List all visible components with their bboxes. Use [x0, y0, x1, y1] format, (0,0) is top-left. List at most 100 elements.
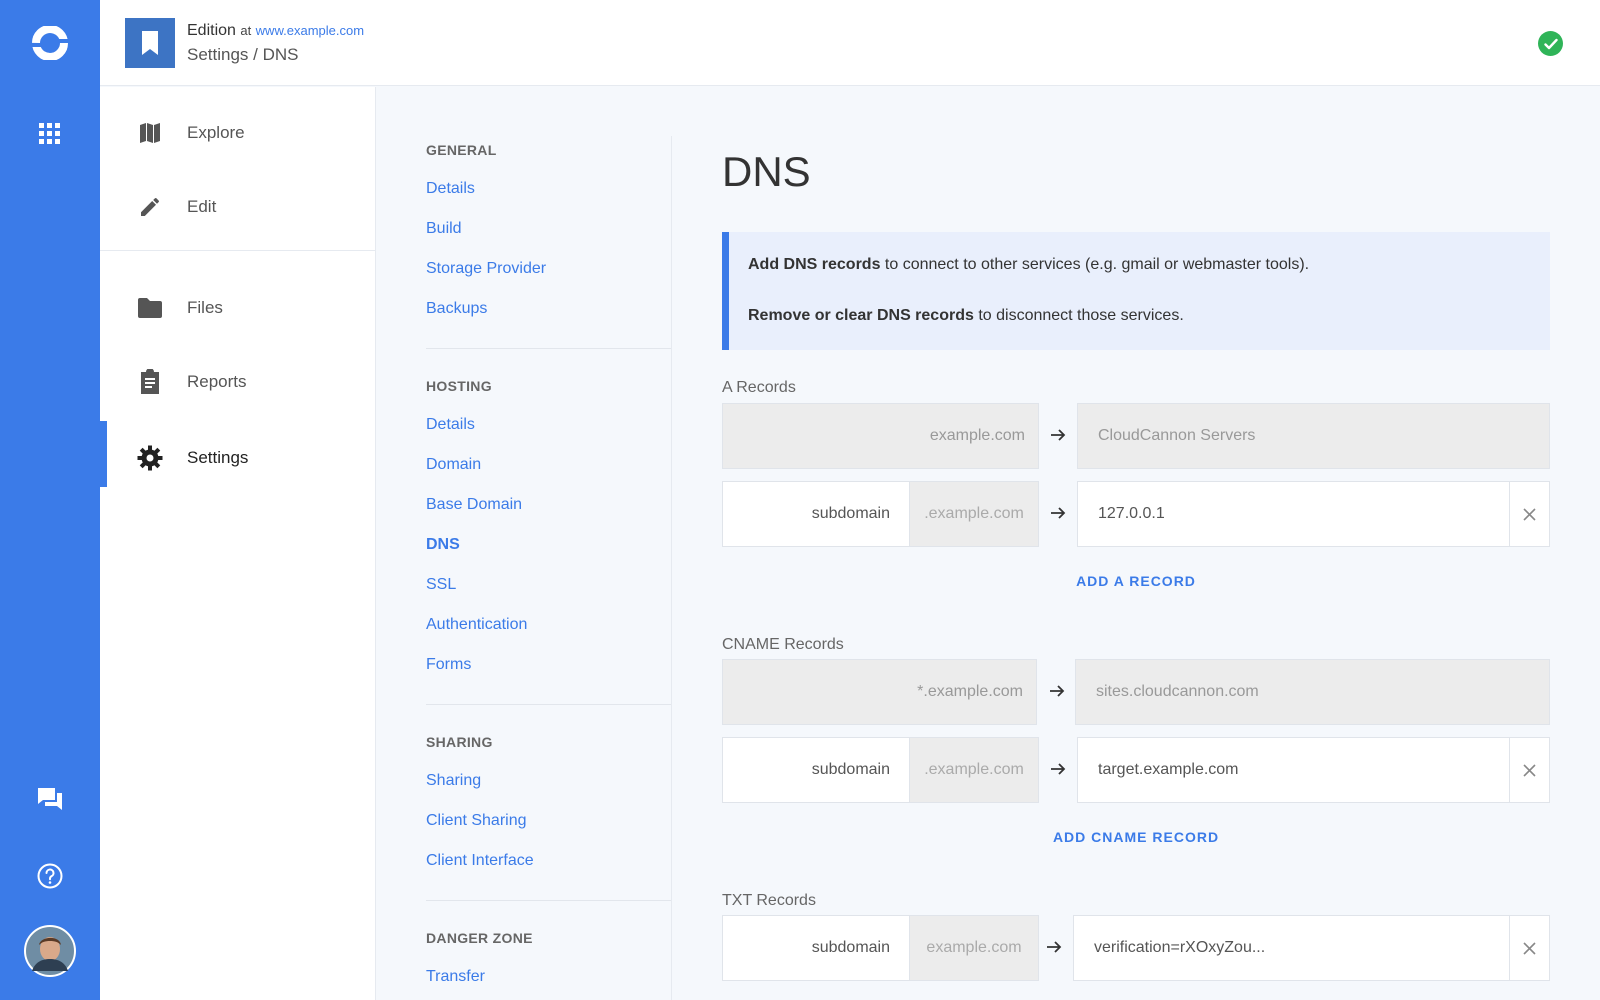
- info-remove-text: to disconnect those services.: [973, 307, 1184, 324]
- app-logo-icon[interactable]: [0, 20, 100, 66]
- cname-records-label: CNAME Records: [722, 636, 844, 653]
- nav-label-explore: Explore: [187, 123, 245, 142]
- close-icon: [1523, 507, 1536, 521]
- close-icon: [1523, 763, 1536, 777]
- subnav-divider: [426, 704, 672, 705]
- dns-info-callout: Add DNS records to connect to other serv…: [722, 232, 1550, 350]
- a-record-target-input[interactable]: 127.0.0.1: [1077, 481, 1550, 547]
- txt-record-host-input[interactable]: subdomain example.com: [722, 915, 1039, 981]
- a-record-remove-button[interactable]: [1509, 482, 1549, 546]
- nav-item-reports[interactable]: Reports: [100, 349, 376, 415]
- subnav-storage-provider[interactable]: Storage Provider: [426, 260, 546, 278]
- nav-item-settings[interactable]: Settings: [100, 421, 376, 491]
- subnav-dns[interactable]: DNS: [426, 536, 460, 554]
- nav-label-edit: Edit: [187, 197, 217, 216]
- txt-records-label: TXT Records: [722, 892, 816, 909]
- cname-record-domain-suffix: .example.com: [909, 738, 1038, 802]
- info-add-text: to connect to other services (e.g. gmail…: [880, 256, 1310, 273]
- site-bookmark-icon[interactable]: [125, 18, 175, 68]
- site-name: Edition: [187, 22, 236, 39]
- a-records-label: A Records: [722, 379, 796, 396]
- chat-icon[interactable]: [0, 785, 100, 813]
- txt-record-domain-suffix: example.com: [909, 916, 1038, 980]
- cname-record-target-value[interactable]: target.example.com: [1098, 738, 1239, 802]
- site-title: Edition at www.example.com: [187, 22, 364, 40]
- cname-fixed-target: sites.cloudcannon.com: [1075, 659, 1550, 725]
- add-a-record-button[interactable]: ADD A RECORD: [1000, 573, 1272, 589]
- info-remove-bold: Remove or clear DNS records: [748, 307, 974, 324]
- nav-item-files[interactable]: Files: [100, 275, 376, 341]
- subnav-authentication[interactable]: Authentication: [426, 616, 527, 634]
- close-icon: [1523, 941, 1536, 955]
- map-icon: [136, 119, 164, 147]
- a-fixed-target: CloudCannon Servers: [1077, 403, 1550, 469]
- info-line-remove: Remove or clear DNS records to disconnec…: [748, 307, 1550, 325]
- cname-record-remove-button[interactable]: [1509, 738, 1549, 802]
- top-header: Edition at www.example.com Settings / DN…: [100, 0, 1600, 86]
- a-fixed-target-text: CloudCannon Servers: [1098, 427, 1256, 444]
- add-cname-record-button[interactable]: ADD CNAME RECORD: [1000, 829, 1272, 845]
- clipboard-icon: [136, 368, 164, 396]
- section-title-hosting: HOSTING: [426, 378, 492, 394]
- cname-fixed-host-text: *.example.com: [917, 683, 1023, 700]
- cname-record-subdomain[interactable]: subdomain: [723, 738, 910, 802]
- nav-item-edit[interactable]: Edit: [100, 174, 376, 240]
- subnav-divider: [426, 348, 672, 349]
- subnav-forms[interactable]: Forms: [426, 656, 471, 674]
- arrow-right-icon: [1044, 937, 1064, 957]
- arrow-right-icon: [1047, 681, 1067, 701]
- gear-icon: [136, 444, 164, 472]
- a-fixed-host: example.com: [722, 403, 1039, 469]
- txt-record-target-value[interactable]: verification=rXOxyZou...: [1094, 916, 1265, 980]
- subnav-backups[interactable]: Backups: [426, 300, 487, 318]
- arrow-right-icon: [1048, 759, 1068, 779]
- subnav-base-domain[interactable]: Base Domain: [426, 496, 522, 514]
- site-url-link[interactable]: www.example.com: [256, 23, 364, 38]
- txt-record-remove-button[interactable]: [1509, 916, 1549, 980]
- subnav-hosting-details[interactable]: Details: [426, 416, 475, 434]
- cname-fixed-target-text: sites.cloudcannon.com: [1096, 683, 1259, 700]
- subnav-client-sharing[interactable]: Client Sharing: [426, 812, 527, 830]
- a-record-host-input[interactable]: subdomain .example.com: [722, 481, 1039, 547]
- subnav-build[interactable]: Build: [426, 220, 462, 238]
- a-record-domain-suffix: .example.com: [909, 482, 1038, 546]
- arrow-right-icon: [1048, 425, 1068, 445]
- subnav-divider: [426, 900, 672, 901]
- section-title-sharing: SHARING: [426, 734, 493, 750]
- subnav-sharing[interactable]: Sharing: [426, 772, 481, 790]
- section-title-general: GENERAL: [426, 142, 497, 158]
- page-title: DNS: [722, 148, 811, 195]
- subnav-transfer[interactable]: Transfer: [426, 968, 485, 986]
- main-nav-panel: Explore Edit Files Reports Settings: [100, 87, 376, 1000]
- cname-record-host-input[interactable]: subdomain .example.com: [722, 737, 1039, 803]
- txt-record-subdomain[interactable]: subdomain: [723, 916, 910, 980]
- subnav-general-details[interactable]: Details: [426, 180, 475, 198]
- site-at-label: at: [240, 23, 252, 38]
- info-add-bold: Add DNS records: [748, 256, 881, 273]
- breadcrumb: Settings / DNS: [187, 45, 299, 64]
- info-line-add: Add DNS records to connect to other serv…: [748, 256, 1550, 274]
- txt-record-target-input[interactable]: verification=rXOxyZou...: [1073, 915, 1550, 981]
- nav-label-settings: Settings: [187, 448, 249, 467]
- a-record-subdomain[interactable]: subdomain: [723, 482, 910, 546]
- subnav-domain[interactable]: Domain: [426, 456, 481, 474]
- nav-item-explore[interactable]: Explore: [100, 100, 376, 166]
- arrow-right-icon: [1048, 503, 1068, 523]
- apps-grid-icon[interactable]: [0, 122, 100, 146]
- a-fixed-host-text: example.com: [929, 427, 1025, 444]
- subnav-border: [671, 136, 672, 1000]
- subnav-ssl[interactable]: SSL: [426, 576, 456, 594]
- avatar[interactable]: [0, 925, 100, 977]
- subnav-client-interface[interactable]: Client Interface: [426, 852, 534, 870]
- a-record-target-value[interactable]: 127.0.0.1: [1098, 482, 1165, 546]
- status-check-icon: [1538, 31, 1563, 56]
- nav-divider: [100, 250, 376, 251]
- section-title-danger-zone: DANGER ZONE: [426, 930, 533, 946]
- cname-record-target-input[interactable]: target.example.com: [1077, 737, 1550, 803]
- cname-fixed-host: *.example.com: [722, 659, 1037, 725]
- app-rail: [0, 0, 100, 1000]
- folder-icon: [136, 294, 164, 322]
- help-icon[interactable]: [0, 862, 100, 890]
- nav-label-reports: Reports: [187, 372, 247, 391]
- pencil-icon: [136, 193, 164, 221]
